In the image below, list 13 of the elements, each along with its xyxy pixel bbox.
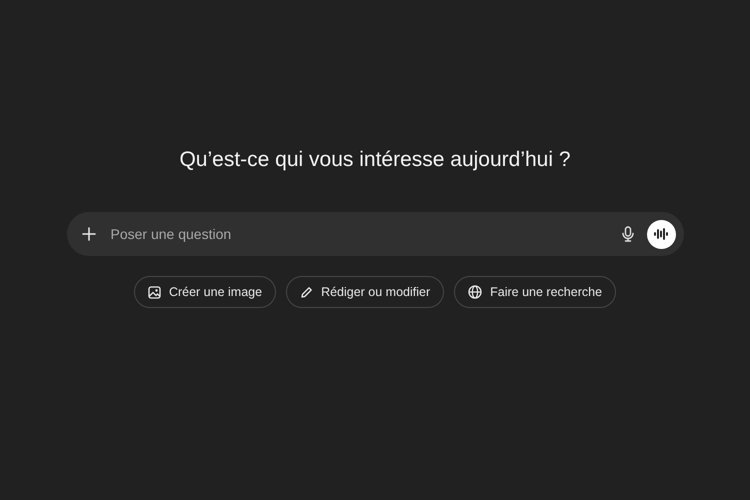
suggestion-chip[interactable]: Créer une image (134, 276, 276, 308)
prompt-field[interactable]: Poser une question (66, 212, 684, 256)
pencil-icon (300, 286, 314, 298)
image-icon (148, 286, 161, 298)
voice-mode-button[interactable] (646, 220, 676, 248)
microphone-icon[interactable] (622, 226, 634, 242)
suggestion-chip[interactable]: Rédiger ou modifier (286, 276, 444, 308)
suggestion-chip[interactable]: Faire une recherche (454, 276, 616, 308)
plus-icon[interactable] (82, 227, 96, 241)
globe-icon (468, 285, 482, 299)
question-input[interactable]: Poser une question (108, 225, 622, 243)
waveform-icon (654, 228, 668, 240)
heading: Qu’est-ce qui vous intéresse aujourd’hui ? (179, 147, 571, 173)
